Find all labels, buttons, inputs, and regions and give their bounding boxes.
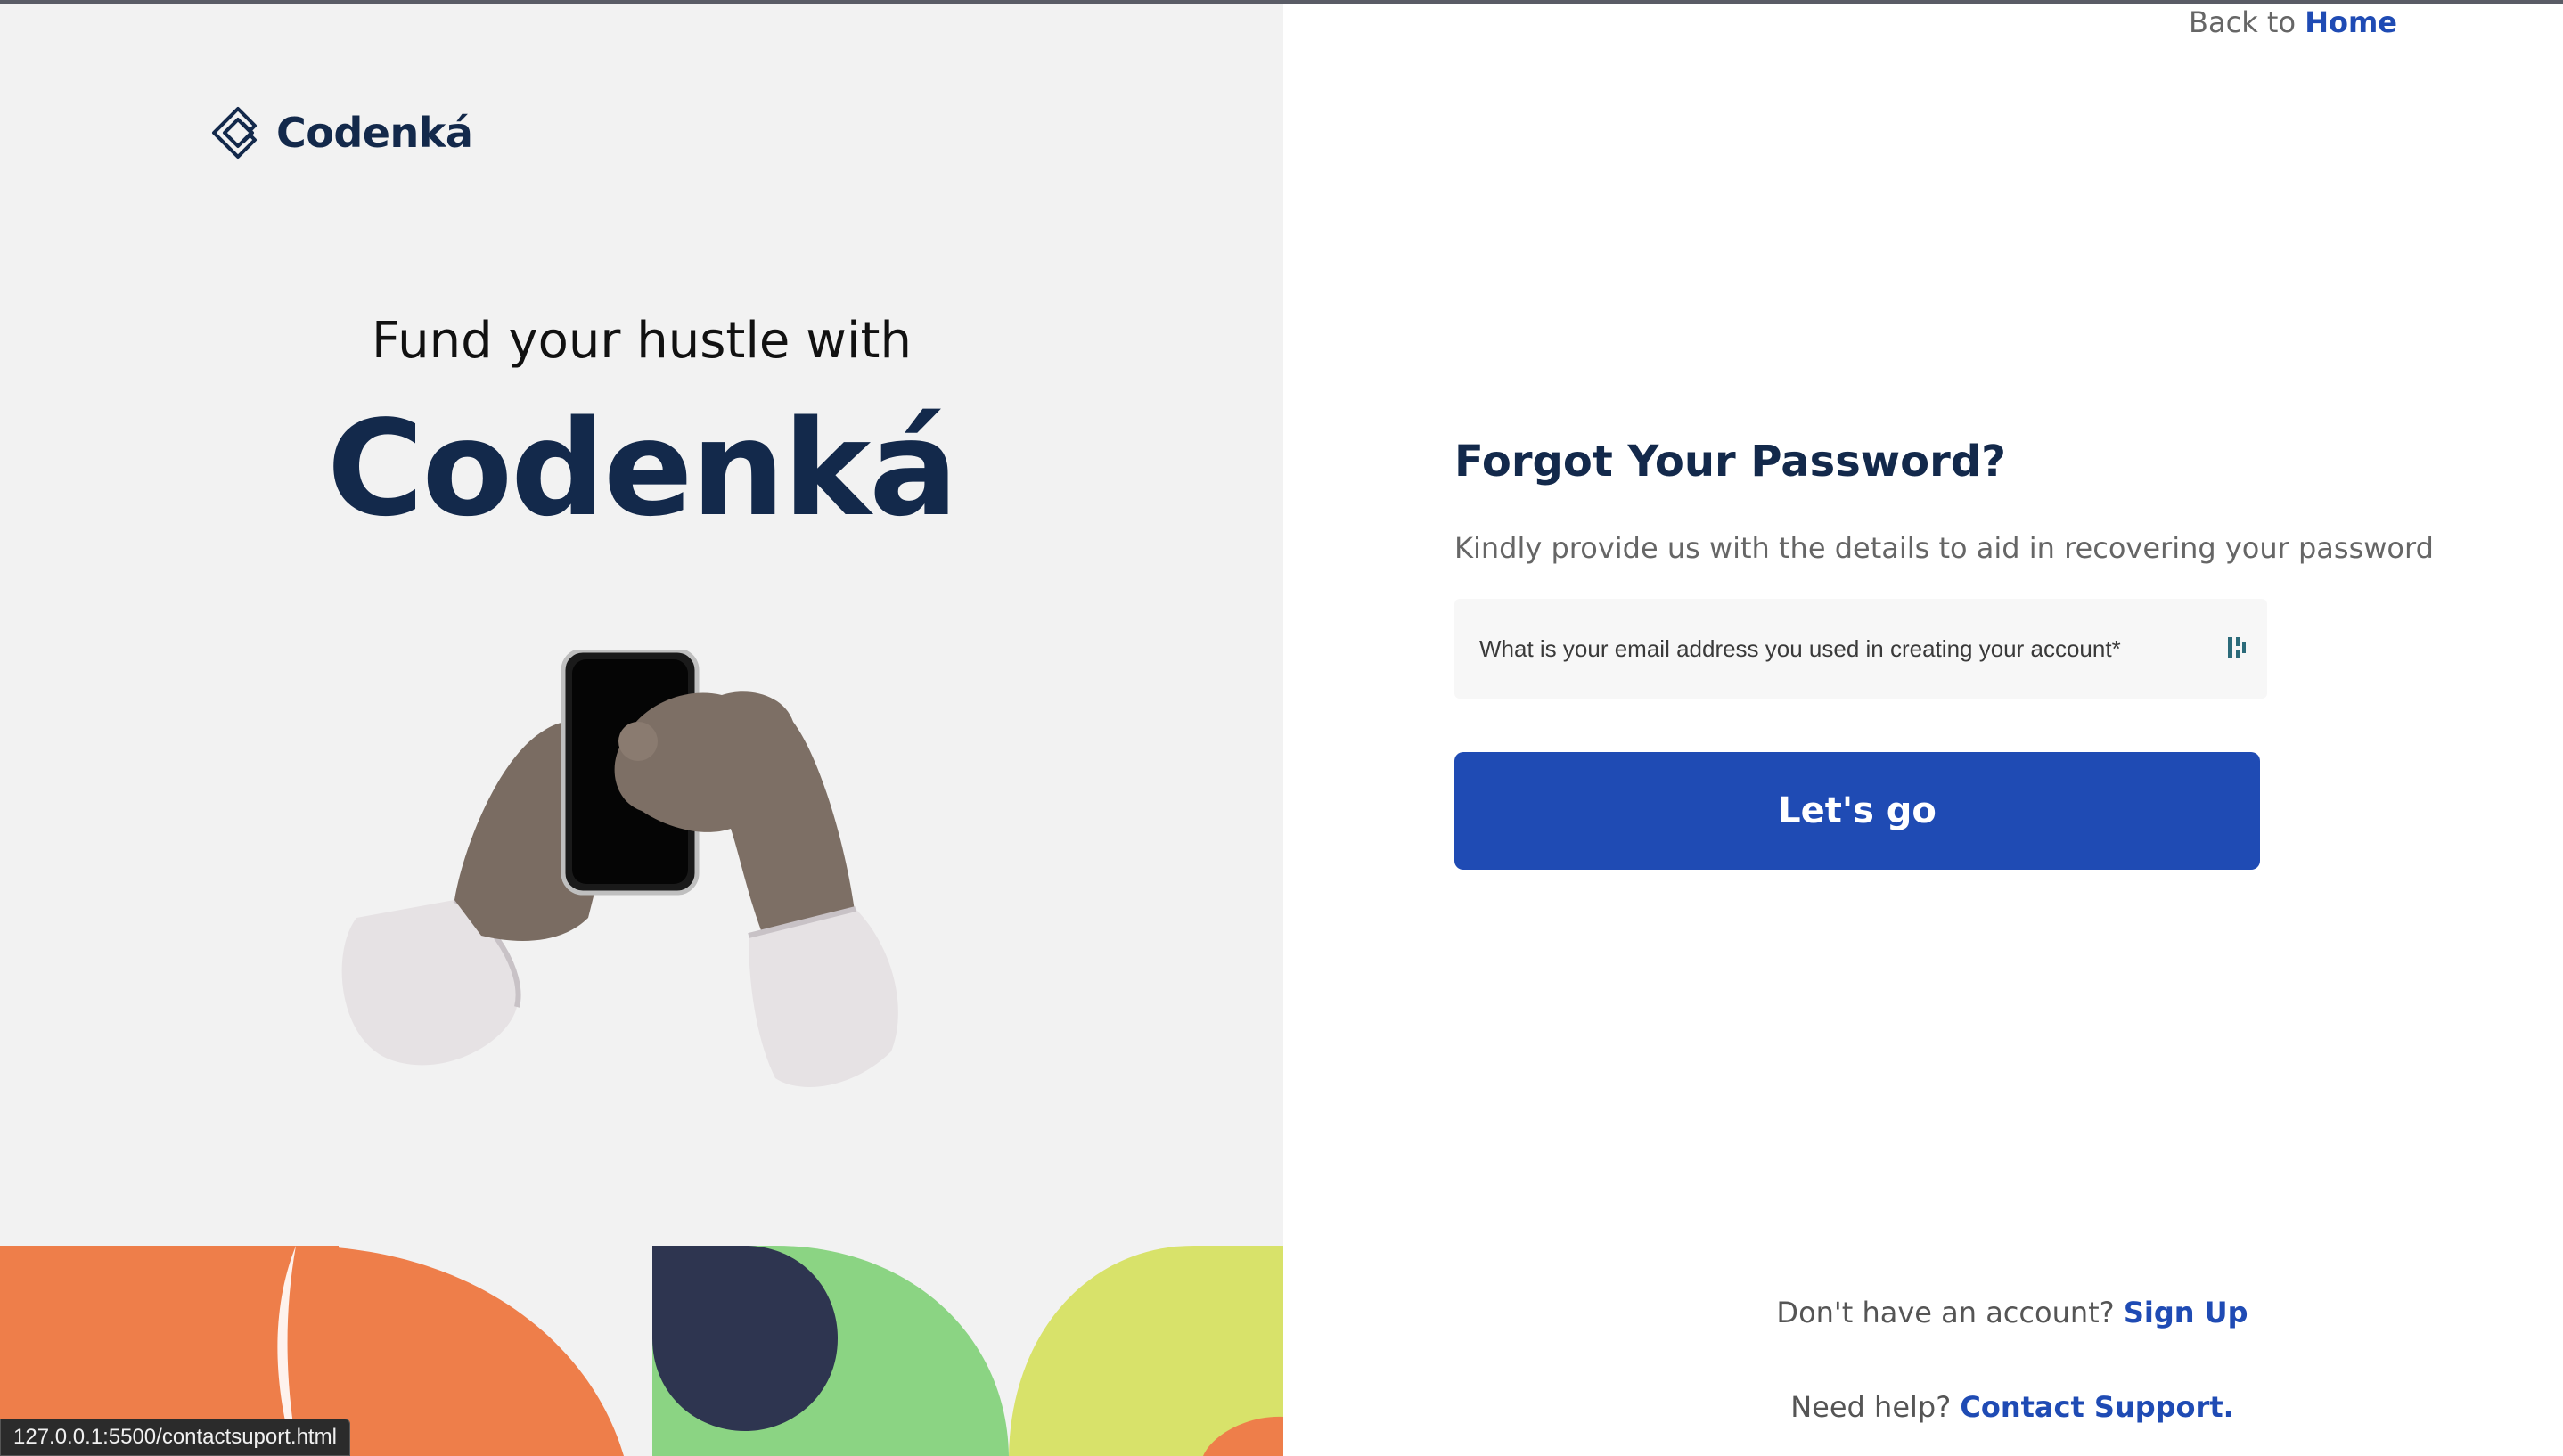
brand-headline: Codenká xyxy=(326,392,958,545)
page-title: Forgot Your Password? xyxy=(1454,437,2006,487)
logo[interactable]: Codenká xyxy=(210,105,473,160)
logo-text: Codenká xyxy=(276,109,473,157)
email-input[interactable] xyxy=(1454,599,2267,699)
signup-prefix: Don't have an account? xyxy=(1776,1296,2115,1329)
tagline: Fund your hustle with xyxy=(372,312,912,370)
codenka-logo-icon xyxy=(212,107,257,159)
hands-holding-phone-illustration xyxy=(341,650,898,1087)
page-subtitle: Kindly provide us with the details to ai… xyxy=(1454,531,2434,565)
help-prefix: Need help? xyxy=(1790,1390,1952,1424)
contact-support-link[interactable]: Contact Support. xyxy=(1960,1390,2233,1424)
back-to-home: Back to Home xyxy=(2189,5,2397,39)
password-manager-icon[interactable] xyxy=(2226,634,2248,661)
left-promo-panel: Codenká Fund your hustle with Codenká xyxy=(0,0,1283,1456)
forgot-password-form: Forgot Your Password? Kindly provide us … xyxy=(1454,437,2435,870)
window-top-border xyxy=(0,0,2563,4)
signup-prompt: Don't have an account? Sign Up xyxy=(1283,1296,2563,1329)
help-prompt: Need help? Contact Support. xyxy=(1283,1390,2563,1424)
home-link[interactable]: Home xyxy=(2305,5,2397,39)
forgot-password-page: Codenká Fund your hustle with Codenká Ba… xyxy=(0,0,2563,1456)
signup-link[interactable]: Sign Up xyxy=(2124,1296,2248,1329)
email-field-wrapper xyxy=(1454,599,2267,699)
back-prefix: Back to xyxy=(2189,5,2297,39)
browser-status-url: 127.0.0.1:5500/contactsuport.html xyxy=(0,1419,350,1456)
submit-button[interactable]: Let's go xyxy=(1454,752,2260,870)
